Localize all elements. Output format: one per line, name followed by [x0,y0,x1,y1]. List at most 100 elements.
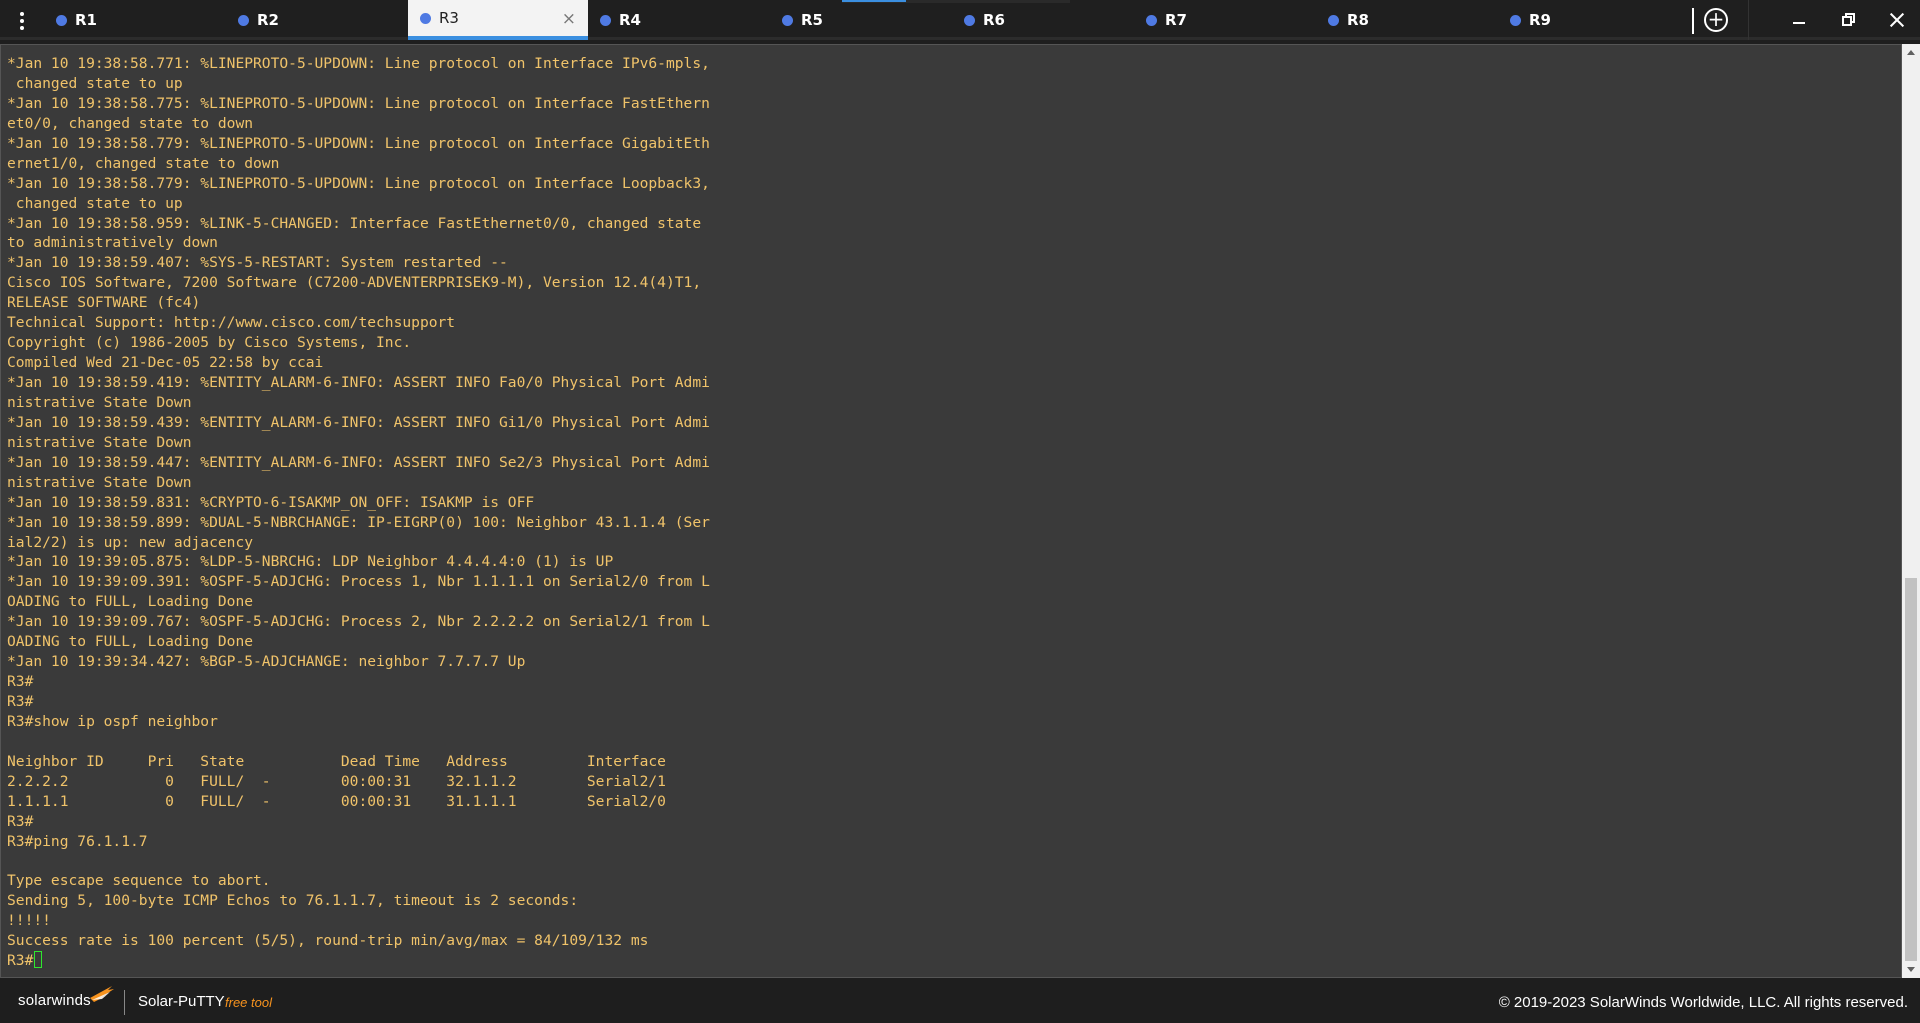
tab-label: R6 [983,11,1005,29]
terminal-line: et0/0, changed state to down [7,114,254,132]
terminal-line: 2.2.2.2 0 FULL/ - 00:00:31 32.1.1.2 Seri… [7,772,666,790]
terminal-line: *Jan 10 19:38:58.775: %LINEPROTO-5-UPDOW… [7,94,710,112]
session-status-icon [1510,14,1521,26]
arrow-up-icon [1907,50,1915,55]
session-status-icon [782,14,793,26]
terminal-line: !!!!! [7,912,51,930]
terminal-line: *Jan 10 19:38:59.447: %ENTITY_ALARM-6-IN… [7,453,710,471]
terminal-line: *Jan 10 19:38:58.959: %LINK-5-CHANGED: I… [7,214,702,232]
terminal-line: to administratively down [7,234,218,252]
terminal-output: *Jan 10 19:38:58.771: %LINEPROTO-5-UPDOW… [7,54,710,971]
session-status-icon [964,14,975,26]
tab-r4[interactable]: R4 [590,0,770,40]
terminal-line: *Jan 10 19:38:59.831: %CRYPTO-6-ISAKMP_O… [7,493,535,511]
tab-label: R5 [801,11,823,29]
terminal-line: ial2/2) is up: new adjacency [7,533,254,551]
scrollbar-thumb[interactable] [1905,578,1917,961]
terminal-line: OADING to FULL, Loading Done [7,633,254,651]
minimize-button[interactable] [1776,0,1822,40]
terminal-line: *Jan 10 19:39:09.391: %OSPF-5-ADJCHG: Pr… [7,573,710,591]
footer-divider [124,990,125,1015]
tab-label: R8 [1347,11,1369,29]
terminal-line: Success rate is 100 percent (5/5), round… [7,932,649,950]
terminal-line: *Jan 10 19:39:34.427: %BGP-5-ADJCHANGE: … [7,653,526,671]
tab-label: R1 [75,11,97,29]
tab-close-icon[interactable]: × [562,9,576,29]
terminal-line: nistrative State Down [7,393,192,411]
scroll-down-button[interactable] [1902,961,1920,978]
solarwinds-logo: solarwinds [18,986,114,1009]
terminal-line: *Jan 10 19:39:05.875: %LDP-5-NBRCHG: LDP… [7,553,614,571]
tab-divider [1692,8,1694,34]
terminal-line: *Jan 10 19:38:58.779: %LINEPROTO-5-UPDOW… [7,134,710,152]
terminal-line: OADING to FULL, Loading Done [7,593,254,611]
tab-r7[interactable]: R7 [1136,0,1316,40]
terminal-cursor [34,951,43,969]
restore-button[interactable] [1826,0,1872,40]
session-status-icon [600,14,611,26]
arrow-down-icon [1907,967,1915,972]
terminal-line: *Jan 10 19:38:58.771: %LINEPROTO-5-UPDOW… [7,55,710,72]
terminal-line: Compiled Wed 21-Dec-05 22:58 by ccai [7,354,324,372]
terminal-line: Copyright (c) 1986-2005 by Cisco Systems… [7,334,412,352]
status-footer: solarwinds Solar-PuTTY free tool © 2019-… [0,982,1920,1023]
solarwinds-flare-icon [90,986,114,1002]
terminal-line: R3# [7,693,34,710]
tab-label: R9 [1529,11,1551,29]
product-name: Solar-PuTTY [138,993,225,1010]
menu-kebab-icon[interactable] [10,8,34,34]
terminal-view[interactable]: *Jan 10 19:38:58.771: %LINEPROTO-5-UPDOW… [0,44,1902,978]
add-tab-icon[interactable]: + [1704,8,1728,32]
terminal-line: *Jan 10 19:38:59.439: %ENTITY_ALARM-6-IN… [7,413,710,431]
tab-r8[interactable]: R8 [1318,0,1498,40]
tab-r1[interactable]: R1 [46,0,226,40]
vertical-scrollbar[interactable] [1902,44,1920,978]
terminal-line: *Jan 10 19:38:58.779: %LINEPROTO-5-UPDOW… [7,174,710,192]
tab-r5[interactable]: R5 [772,0,952,40]
terminal-line: changed state to up [7,74,183,92]
tab-bar: R1 R2 R3 × R4 R5 R6 R7 R8 R9 + [0,0,1920,40]
tab-r6[interactable]: R6 [954,0,1134,40]
terminal-line: changed state to up [7,194,183,212]
terminal-line: *Jan 10 19:38:59.899: %DUAL-5-NBRCHANGE:… [7,513,710,531]
tab-r3[interactable]: R3 × [408,0,588,40]
copyright-text: © 2019-2023 SolarWinds Worldwide, LLC. A… [1498,994,1908,1011]
terminal-line: R3# [7,812,34,830]
terminal-line: Sending 5, 100-byte ICMP Echos to 76.1.1… [7,892,579,910]
terminal-line: *Jan 10 19:38:59.419: %ENTITY_ALARM-6-IN… [7,374,710,391]
terminal-line: ernet1/0, changed state to down [7,154,280,172]
terminal-line: nistrative State Down [7,433,192,451]
close-window-button[interactable] [1874,0,1920,40]
logo-text: solarwinds [18,992,91,1009]
terminal-line: *Jan 10 19:38:59.407: %SYS-5-RESTART: Sy… [7,254,508,272]
minimize-icon [1793,22,1805,24]
terminal-line: Cisco IOS Software, 7200 Software (C7200… [7,274,702,292]
terminal-line: R3#show ip ospf neighbor [7,712,218,730]
tab-r9[interactable]: R9 [1500,0,1680,40]
terminal-line: 1.1.1.1 0 FULL/ - 00:00:31 31.1.1.1 Seri… [7,792,666,810]
terminal-line: *Jan 10 19:39:09.767: %OSPF-5-ADJCHG: Pr… [7,613,710,631]
tab-label: R2 [257,11,279,29]
session-status-icon [1328,14,1339,26]
terminal-line: Type escape sequence to abort. [7,872,271,890]
scroll-up-button[interactable] [1902,44,1920,61]
session-status-icon [238,14,249,26]
terminal-line: Neighbor ID Pri State Dead Time Address … [7,752,666,770]
terminal-line: Technical Support: http://www.cisco.com/… [7,314,456,332]
tab-label: R4 [619,11,641,29]
session-status-icon [1146,14,1157,26]
terminal-line: R3#ping 76.1.1.7 [7,832,148,850]
restore-icon [1842,13,1856,27]
terminal-line: RELEASE SOFTWARE (fc4) [7,294,201,312]
session-status-icon [420,12,431,24]
tab-r2[interactable]: R2 [228,0,408,40]
terminal-prompt-line[interactable]: R3# [7,951,710,971]
tab-label: R7 [1165,11,1187,29]
window-controls-divider [1748,0,1749,40]
product-tag: free tool [225,995,272,1010]
session-status-icon [56,14,67,26]
terminal-line: R3# [7,673,34,691]
terminal-line: nistrative State Down [7,473,192,491]
